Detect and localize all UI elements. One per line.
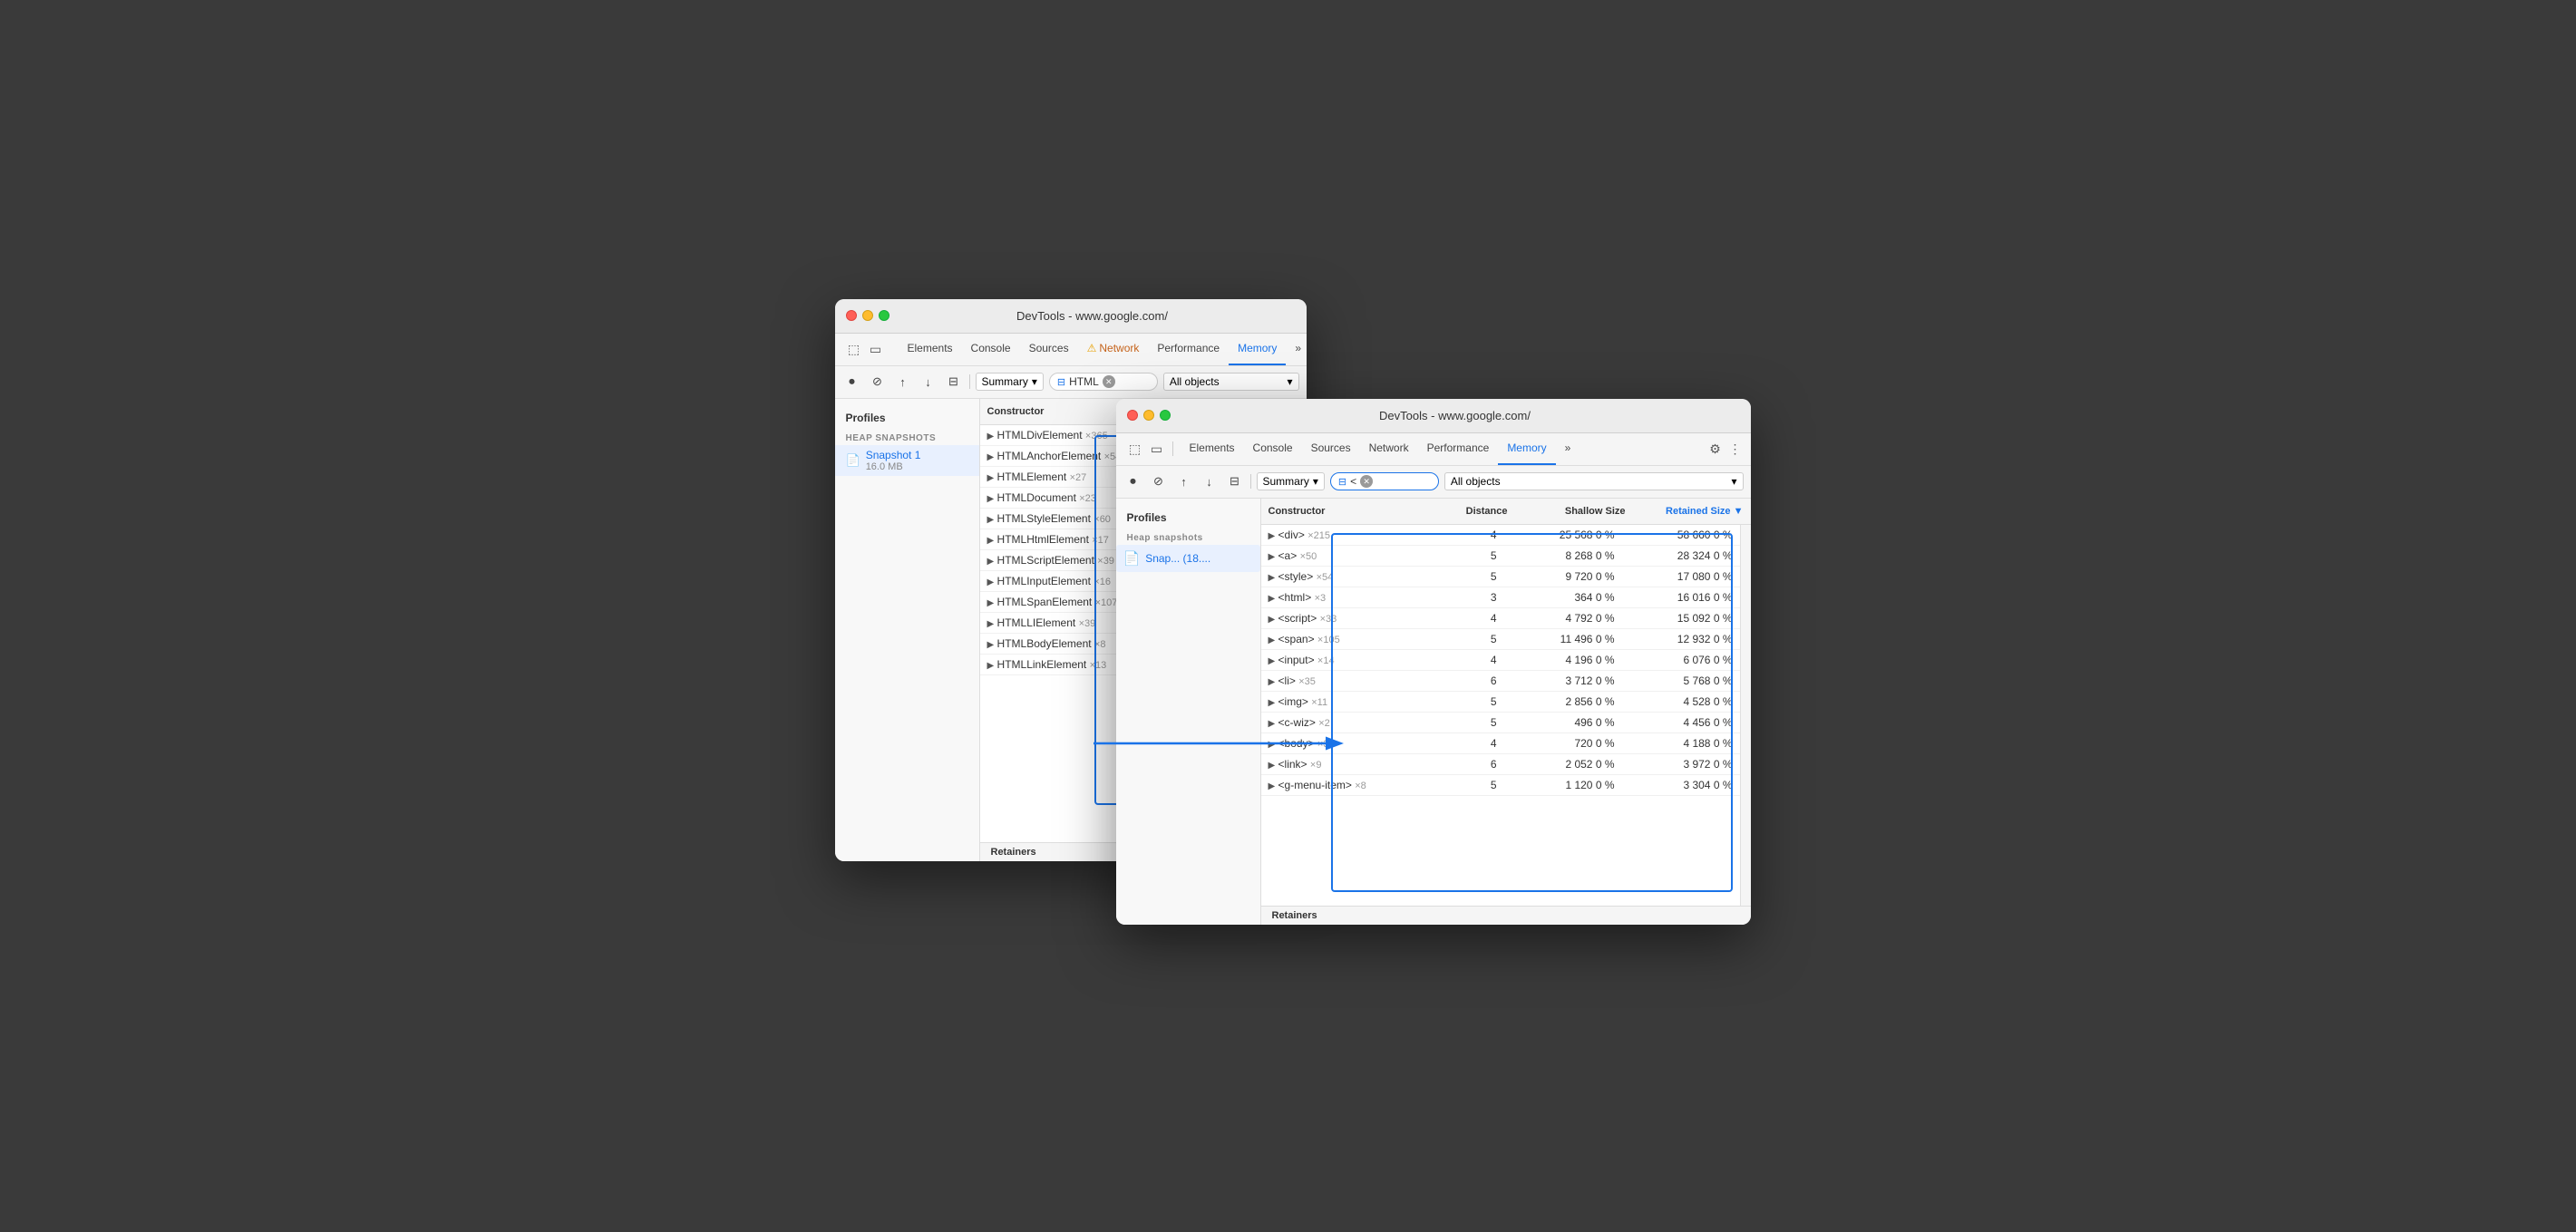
clear-btn-front[interactable]: ⊘ <box>1149 471 1169 491</box>
table-header-front: Constructor Distance Shallow Size Retain… <box>1261 499 1751 525</box>
th-shallow-front: Shallow Size <box>1515 502 1633 520</box>
traffic-lights-back <box>846 310 889 321</box>
traffic-lights-front <box>1127 410 1171 421</box>
inspect-icon-back[interactable]: ⬚ <box>846 341 862 357</box>
all-objects-select-front[interactable]: All objects ▾ <box>1444 472 1744 490</box>
tab-bar-front: ⬚ ▭ Elements Console Sources Network Per… <box>1116 433 1751 466</box>
tab-sources-front[interactable]: Sources <box>1302 432 1360 465</box>
summary-select-front[interactable]: Summary ▾ <box>1257 472 1325 490</box>
front-main: Profiles Heap snapshots 📄 Snap... (18...… <box>1116 499 1751 925</box>
devtools-window-front: DevTools - www.google.com/ ⬚ ▭ Elements … <box>1116 399 1751 925</box>
close-button-front[interactable] <box>1127 410 1138 421</box>
device-icon-back[interactable]: ▭ <box>868 341 884 357</box>
divider-front <box>1172 441 1173 456</box>
tab-console-back[interactable]: Console <box>962 333 1020 365</box>
table-row: ▶ <link> ×9 6 2 052 0 % 3 972 0 % <box>1261 754 1740 775</box>
table-row: ▶ <li> ×35 6 3 712 0 % 5 768 0 % <box>1261 671 1740 692</box>
scrollbar-front[interactable] <box>1740 525 1751 906</box>
table-wrapper-front: Constructor Distance Shallow Size Retain… <box>1261 499 1751 925</box>
action-bar-back: ⏺ ⊘ ↑ ↓ ⊟ Summary ▾ ⊟ HTML ✕ All objects… <box>835 366 1307 399</box>
tab-more-front[interactable]: » <box>1556 432 1580 465</box>
sidebar-title-front: Profiles <box>1116 508 1260 528</box>
tab-network-front[interactable]: Network <box>1360 432 1418 465</box>
minimize-button-front[interactable] <box>1143 410 1154 421</box>
tab-network-back[interactable]: ⚠ Network <box>1078 333 1149 365</box>
maximize-button-back[interactable] <box>879 310 889 321</box>
tab-memory-front[interactable]: Memory <box>1498 432 1555 465</box>
download-btn-front[interactable]: ↓ <box>1200 471 1220 491</box>
tab-performance-back[interactable]: Performance <box>1148 333 1229 365</box>
action-bar-front: ⏺ ⊘ ↑ ↓ ⊟ Summary ▾ ⊟ < ✕ All objects ▾ <box>1116 466 1751 499</box>
tab-console-front[interactable]: Console <box>1244 432 1302 465</box>
th-retained-front: Retained Size ▼ <box>1633 502 1751 520</box>
minimize-button-back[interactable] <box>862 310 873 321</box>
filter-clear-back[interactable]: ✕ <box>1103 375 1115 388</box>
table-row: ▶ <style> ×54 5 9 720 0 % 17 080 0 % <box>1261 567 1740 587</box>
tab-memory-back[interactable]: Memory <box>1229 333 1286 365</box>
download-btn-back[interactable]: ↓ <box>919 372 938 392</box>
collect-btn-back[interactable]: ⊟ <box>944 372 964 392</box>
tab-bar-back: ⬚ ▭ Elements Console Sources ⚠ Network P… <box>835 334 1307 366</box>
upload-btn-front[interactable]: ↑ <box>1174 471 1194 491</box>
sidebar-section-back: HEAP SNAPSHOTS <box>835 428 979 445</box>
table-row: ▶ <img> ×11 5 2 856 0 % 4 528 0 % <box>1261 692 1740 713</box>
titlebar-front: DevTools - www.google.com/ <box>1116 399 1751 433</box>
divider2-front <box>1250 474 1251 489</box>
snapshot-icon-front: 📄 <box>1123 550 1141 567</box>
settings-icon-front[interactable]: ⚙ <box>1707 441 1724 457</box>
devtools-icons-front: ⬚ ▭ <box>1127 441 1165 457</box>
tab-elements-front[interactable]: Elements <box>1181 432 1244 465</box>
all-objects-select-back[interactable]: All objects ▾ <box>1163 373 1299 391</box>
table-row: ▶ <c-wiz> ×2 5 496 0 % 4 456 0 % <box>1261 713 1740 733</box>
tab-sources-back[interactable]: Sources <box>1020 333 1078 365</box>
tabs-back: Elements Console Sources ⚠ Network Perfo… <box>899 333 1307 365</box>
table-row: ▶ <html> ×3 3 364 0 % 16 016 0 % <box>1261 587 1740 608</box>
sidebar-snapshot-back[interactable]: 📄 Snapshot 1 16.0 MB <box>835 445 979 476</box>
snapshot-icon-back: 📄 <box>846 453 860 468</box>
retainers-bar-front: Retainers <box>1261 906 1751 925</box>
th-distance-front: Distance <box>1443 502 1515 520</box>
filter-clear-front[interactable]: ✕ <box>1360 475 1373 488</box>
titlebar-back: DevTools - www.google.com/ <box>835 299 1307 334</box>
th-constructor-front: Constructor <box>1261 502 1443 520</box>
tabs-front: Elements Console Sources Network Perform… <box>1181 432 1580 465</box>
maximize-button-front[interactable] <box>1160 410 1171 421</box>
sidebar-section-front: Heap snapshots <box>1116 528 1260 545</box>
table-row: ▶ <body> ×3 4 720 0 % 4 188 0 % <box>1261 733 1740 754</box>
devtools-icons-back: ⬚ ▭ <box>846 341 884 357</box>
upload-btn-back[interactable]: ↑ <box>893 372 913 392</box>
close-button-back[interactable] <box>846 310 857 321</box>
table-row: ▶ <script> ×33 4 4 792 0 % 15 092 0 % <box>1261 608 1740 629</box>
record-btn-front[interactable]: ⏺ <box>1123 471 1143 491</box>
window-title-front: DevTools - www.google.com/ <box>1171 409 1740 422</box>
tab-elements-back[interactable]: Elements <box>899 333 962 365</box>
inspect-icon-front[interactable]: ⬚ <box>1127 441 1143 457</box>
clear-btn-back[interactable]: ⊘ <box>868 372 888 392</box>
filter-input-front[interactable]: ⊟ < ✕ <box>1330 472 1439 490</box>
filter-icon-back: ⊟ <box>1057 376 1065 388</box>
table-row: ▶ <input> ×14 4 4 196 0 % 6 076 0 % <box>1261 650 1740 671</box>
tab-more-back[interactable]: » <box>1286 333 1306 365</box>
window-title-back: DevTools - www.google.com/ <box>889 309 1296 323</box>
tab-performance-front[interactable]: Performance <box>1418 432 1499 465</box>
divider2-back <box>969 374 970 389</box>
front-table-scroll[interactable]: ▶ <div> ×215 4 25 568 0 % 58 660 0 % ▶ <… <box>1261 525 1740 906</box>
collect-btn-front[interactable]: ⊟ <box>1225 471 1245 491</box>
filter-input-back[interactable]: ⊟ HTML ✕ <box>1049 373 1158 391</box>
table-row: ▶ <a> ×50 5 8 268 0 % 28 324 0 % <box>1261 546 1740 567</box>
table-row: ▶ <g-menu-item> ×8 5 1 120 0 % 3 304 0 % <box>1261 775 1740 796</box>
sidebar-front: Profiles Heap snapshots 📄 Snap... (18...… <box>1116 499 1261 925</box>
table-row: ▶ <span> ×105 5 11 496 0 % 12 932 0 % <box>1261 629 1740 650</box>
sidebar-back: Profiles HEAP SNAPSHOTS 📄 Snapshot 1 16.… <box>835 399 980 861</box>
table-row: ▶ <div> ×215 4 25 568 0 % 58 660 0 % <box>1261 525 1740 546</box>
summary-select-back[interactable]: Summary ▾ <box>976 373 1044 391</box>
snapshot-item-front[interactable]: 📄 Snap... (18.... <box>1116 545 1260 572</box>
more-icon-front[interactable]: ⋮ <box>1727 441 1744 457</box>
sidebar-title-back: Profiles <box>835 408 979 428</box>
record-btn-back[interactable]: ⏺ <box>842 372 862 392</box>
device-icon-front[interactable]: ▭ <box>1149 441 1165 457</box>
filter-icon-front: ⊟ <box>1338 476 1346 488</box>
front-table-area: ▶ <div> ×215 4 25 568 0 % 58 660 0 % ▶ <… <box>1261 525 1751 906</box>
